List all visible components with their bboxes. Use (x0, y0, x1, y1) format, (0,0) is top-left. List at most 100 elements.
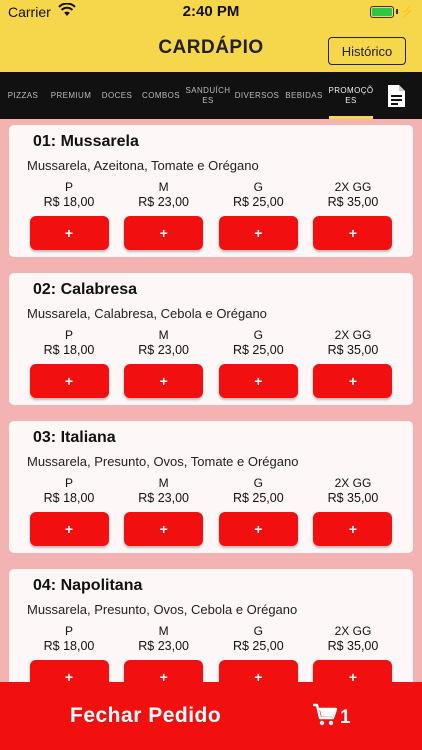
size-price: R$ 23,00 (138, 639, 190, 653)
cart-count: 1 (340, 706, 351, 728)
size-option: 2X GG R$ 35,00 + (313, 476, 393, 546)
add-button[interactable]: + (29, 364, 109, 398)
size-option: M R$ 23,00 + (124, 328, 204, 398)
menu-item-card: 04: Napolitana Mussarela, Presunto, Ovos… (9, 569, 413, 682)
battery-icon: ⚡ (370, 5, 414, 18)
tab-diversos[interactable]: DIVERSOS (232, 72, 282, 119)
document-icon[interactable] (376, 72, 416, 119)
add-button[interactable]: + (29, 512, 109, 546)
size-label: M (158, 476, 169, 490)
size-label: P (64, 328, 73, 342)
add-button[interactable]: + (218, 512, 298, 546)
cart-icon (312, 703, 338, 732)
size-label: G (253, 624, 263, 638)
tab-promocoes[interactable]: PROMOÇÕ ES (326, 72, 376, 119)
close-order-button[interactable]: Fechar Pedido (70, 704, 221, 728)
size-price: R$ 18,00 (43, 195, 95, 209)
tab-bebidas[interactable]: BEBIDAS (282, 72, 326, 119)
size-price: R$ 35,00 (327, 343, 379, 357)
size-option: G R$ 25,00 + (218, 476, 298, 546)
add-button[interactable]: + (29, 216, 109, 250)
size-option: M R$ 23,00 + (124, 624, 204, 682)
item-description: Mussarela, Presunto, Ovos, Tomate e Orég… (27, 454, 299, 469)
size-options: P R$ 18,00 + M R$ 23,00 + G R$ 25,00 + 2… (29, 328, 393, 398)
size-price: R$ 25,00 (232, 491, 284, 505)
size-label: G (253, 328, 263, 342)
add-button[interactable]: + (218, 660, 298, 682)
size-label: G (253, 180, 263, 194)
size-price: R$ 25,00 (232, 195, 284, 209)
tab-premium[interactable]: PREMIUM (46, 72, 96, 119)
add-button[interactable]: + (124, 364, 204, 398)
size-label: M (158, 624, 169, 638)
size-price: R$ 18,00 (43, 639, 95, 653)
add-button[interactable]: + (124, 660, 204, 682)
item-description: Mussarela, Presunto, Ovos, Cebola e Orég… (27, 602, 298, 617)
item-description: Mussarela, Calabresa, Cebola e Orégano (27, 306, 267, 321)
history-button[interactable]: Histórico (328, 37, 406, 65)
add-button[interactable]: + (313, 216, 393, 250)
cart-button[interactable]: 1 (312, 703, 351, 732)
tab-combos[interactable]: COMBOS (138, 72, 184, 119)
size-label: M (158, 328, 169, 342)
menu-list[interactable]: 01: Mussarela Mussarela, Azeitona, Tomat… (0, 119, 422, 682)
tab-doces[interactable]: DOCES (96, 72, 138, 119)
size-price: R$ 23,00 (138, 195, 190, 209)
size-price: R$ 25,00 (232, 639, 284, 653)
add-button[interactable]: + (313, 364, 393, 398)
size-option: G R$ 25,00 + (218, 328, 298, 398)
size-label: P (64, 476, 73, 490)
add-button[interactable]: + (124, 512, 204, 546)
size-price: R$ 18,00 (43, 491, 95, 505)
tab-pizzas[interactable]: PIZZAS (0, 72, 46, 119)
size-price: R$ 35,00 (327, 491, 379, 505)
size-option: 2X GG R$ 35,00 + (313, 624, 393, 682)
size-price: R$ 25,00 (232, 343, 284, 357)
size-label: 2X GG (334, 624, 372, 638)
size-option: P R$ 18,00 + (29, 328, 109, 398)
size-options: P R$ 18,00 + M R$ 23,00 + G R$ 25,00 + 2… (29, 624, 393, 682)
tab-sanduiches[interactable]: SANDUÍCH ES (184, 72, 232, 119)
size-options: P R$ 18,00 + M R$ 23,00 + G R$ 25,00 + 2… (29, 476, 393, 546)
size-price: R$ 18,00 (43, 343, 95, 357)
status-bar: Carrier 2:40 PM ⚡ (0, 0, 422, 24)
add-button[interactable]: + (313, 512, 393, 546)
size-option: 2X GG R$ 35,00 + (313, 180, 393, 250)
item-description: Mussarela, Azeitona, Tomate e Orégano (27, 158, 259, 173)
menu-item-card: 02: Calabresa Mussarela, Calabresa, Cebo… (9, 273, 413, 405)
nav-bar: CARDÁPIO Histórico (0, 24, 422, 72)
size-price: R$ 35,00 (327, 639, 379, 653)
size-option: G R$ 25,00 + (218, 624, 298, 682)
checkout-bar[interactable]: Fechar Pedido 1 (0, 682, 422, 750)
size-option: 2X GG R$ 35,00 + (313, 328, 393, 398)
item-title: 02: Calabresa (33, 281, 138, 298)
menu-item-card: 01: Mussarela Mussarela, Azeitona, Tomat… (9, 125, 413, 257)
size-option: G R$ 25,00 + (218, 180, 298, 250)
size-label: M (158, 180, 169, 194)
size-options: P R$ 18,00 + M R$ 23,00 + G R$ 25,00 + 2… (29, 180, 393, 250)
size-label: 2X GG (334, 476, 372, 490)
item-title: 04: Napolitana (33, 577, 143, 594)
size-option: P R$ 18,00 + (29, 180, 109, 250)
size-label: P (64, 624, 73, 638)
menu-item-card: 03: Italiana Mussarela, Presunto, Ovos, … (9, 421, 413, 553)
size-label: P (64, 180, 73, 194)
size-price: R$ 23,00 (138, 343, 190, 357)
size-price: R$ 23,00 (138, 491, 190, 505)
size-option: P R$ 18,00 + (29, 624, 109, 682)
add-button[interactable]: + (218, 364, 298, 398)
add-button[interactable]: + (124, 216, 204, 250)
add-button[interactable]: + (218, 216, 298, 250)
item-title: 01: Mussarela (33, 133, 139, 150)
size-label: 2X GG (334, 180, 372, 194)
clock: 2:40 PM (182, 3, 240, 20)
add-button[interactable]: + (29, 660, 109, 682)
size-option: M R$ 23,00 + (124, 476, 204, 546)
size-price: R$ 35,00 (327, 195, 379, 209)
add-button[interactable]: + (313, 660, 393, 682)
category-tabs: PIZZAS PREMIUM DOCES COMBOS SANDUÍCH ES … (0, 72, 422, 119)
size-label: G (253, 476, 263, 490)
size-label: 2X GG (334, 328, 372, 342)
charging-icon: ⚡ (400, 6, 414, 18)
size-option: P R$ 18,00 + (29, 476, 109, 546)
